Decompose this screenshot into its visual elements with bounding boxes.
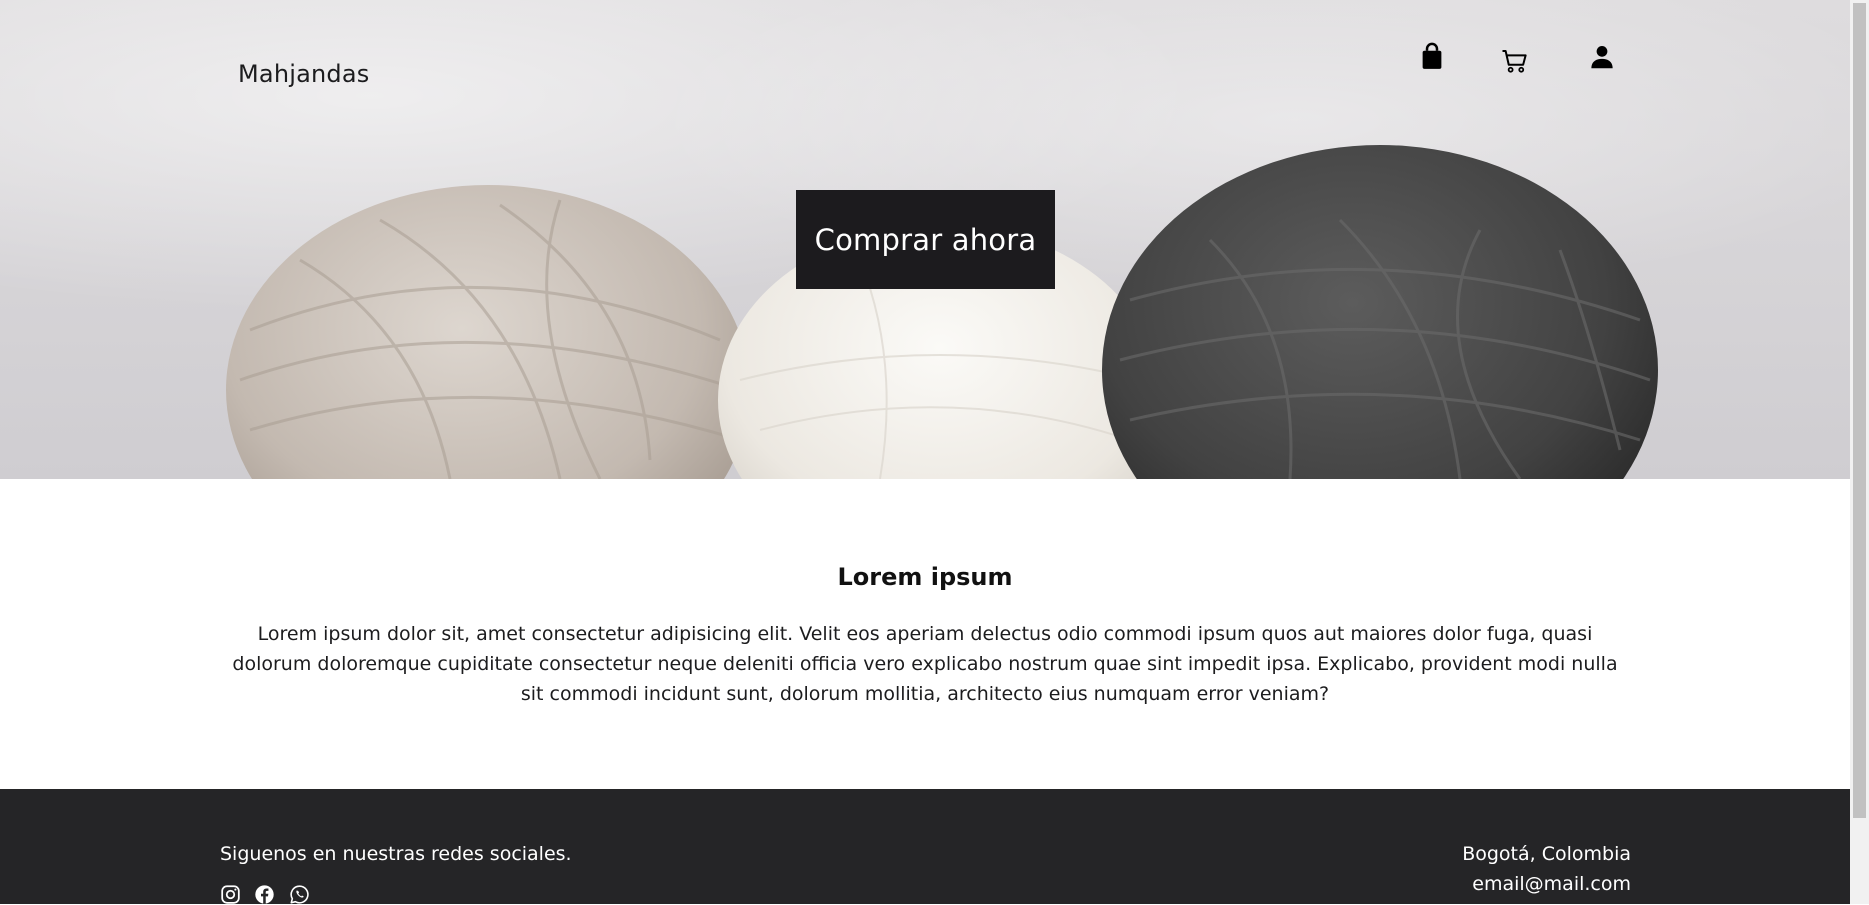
instagram-icon[interactable]	[220, 884, 241, 905]
cart-icon[interactable]	[1500, 46, 1530, 76]
user-icon[interactable]	[1587, 42, 1617, 72]
section-body: Lorem ipsum dolor sit, amet consectetur …	[232, 623, 1618, 705]
footer: Siguenos en nuestras redes sociales. Bog…	[0, 789, 1850, 904]
scrollbar-thumb[interactable]	[1853, 3, 1866, 818]
vertical-scrollbar[interactable]	[1850, 0, 1869, 904]
shopping-bag-icon[interactable]	[1417, 42, 1447, 72]
facebook-icon[interactable]	[254, 884, 275, 905]
buy-now-button[interactable]: Comprar ahora	[796, 190, 1055, 289]
hero-banner: Mahjandas Comprar ahora	[0, 0, 1850, 479]
page: Mahjandas Comprar ahora Lorem ipsum Lore…	[0, 0, 1850, 904]
about-section: Lorem ipsum Lorem ipsum dolor sit, amet …	[0, 479, 1850, 789]
footer-location: Bogotá, Colombia	[1462, 843, 1631, 865]
whatsapp-icon[interactable]	[289, 884, 310, 905]
section-title: Lorem ipsum	[837, 563, 1013, 591]
social-follow-text: Siguenos en nuestras redes sociales.	[220, 843, 572, 865]
brand-logo[interactable]: Mahjandas	[238, 60, 369, 88]
footer-email[interactable]: email@mail.com	[1472, 873, 1631, 895]
